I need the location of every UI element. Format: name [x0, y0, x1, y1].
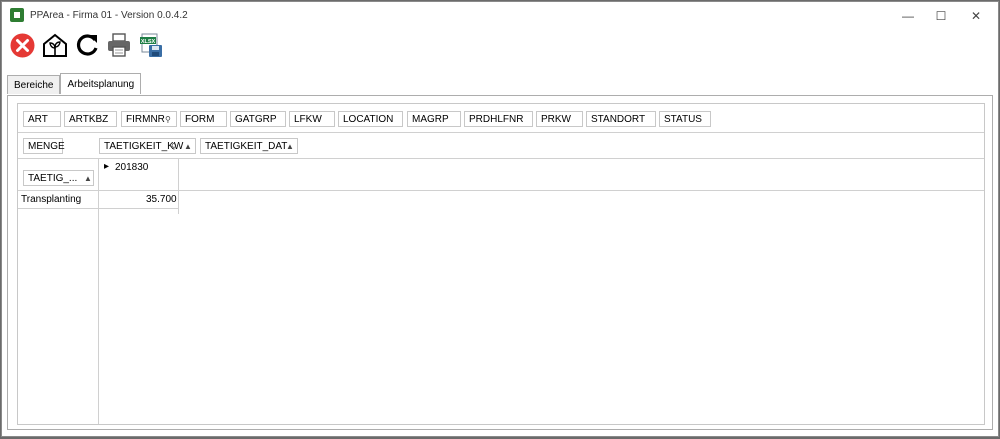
filter-field-art[interactable]: ART	[23, 111, 61, 127]
column-header-value: 201830	[115, 162, 149, 173]
sort-ascending-icon[interactable]: ▲	[184, 139, 192, 155]
tab-panel: ART ARTKBZ FIRMNR ⚲ FORM GATGRP LFKW LOCA…	[7, 95, 993, 430]
pivot-grid: ART ARTKBZ FIRMNR ⚲ FORM GATGRP LFKW LOCA…	[17, 103, 985, 425]
sort-ascending-icon[interactable]: ▲	[84, 171, 92, 187]
red-x-circle-icon	[10, 33, 35, 57]
divider	[18, 132, 984, 133]
tab-strip: Bereiche Arbeitsplanung	[7, 73, 142, 95]
filter-icon[interactable]: ⚲	[171, 139, 177, 155]
app-icon	[10, 8, 24, 22]
column-field-taetigkeit-kw[interactable]: TAETIGKEIT_KW ⚲ ▲	[99, 138, 196, 154]
refresh-button[interactable]	[72, 31, 101, 59]
filter-field-status[interactable]: STATUS	[659, 111, 711, 127]
main-window: PPArea - Firma 01 - Version 0.0.4.2 — ☐ …	[1, 1, 999, 437]
row-header-divider	[98, 158, 99, 424]
xlsx-save-icon: XLSX	[139, 33, 162, 57]
data-field-menge[interactable]: MENGE	[23, 138, 65, 154]
row-divider	[18, 208, 179, 209]
data-cell[interactable]: 35.700	[146, 194, 177, 205]
print-button[interactable]	[104, 31, 133, 59]
close-app-button[interactable]	[8, 31, 37, 59]
printer-icon	[107, 33, 130, 57]
window-title: PPArea - Firma 01 - Version 0.0.4.2	[30, 10, 188, 21]
export-xlsx-button[interactable]: XLSX	[136, 31, 165, 59]
expand-icon[interactable]: ▸	[104, 161, 109, 172]
row-field-taetig[interactable]: TAETIG_... ▲	[23, 170, 94, 186]
close-window-button[interactable]: ✕	[959, 2, 993, 30]
row-label: Transplanting	[21, 194, 82, 205]
column-divider	[178, 158, 179, 214]
column-field-taetigkeit-dat[interactable]: TAETIGKEIT_DAT ▲	[200, 138, 298, 154]
divider	[18, 158, 984, 159]
filter-field-prkw[interactable]: PRKW	[536, 111, 583, 127]
filter-field-form[interactable]: FORM	[180, 111, 227, 127]
refresh-icon	[76, 34, 98, 56]
filter-field-artkbz[interactable]: ARTKBZ	[64, 111, 117, 127]
maximize-button[interactable]: ☐	[924, 2, 958, 30]
minimize-button[interactable]: —	[891, 2, 925, 30]
sort-ascending-icon[interactable]: ▲	[286, 139, 294, 155]
title-bar: PPArea - Firma 01 - Version 0.0.4.2 — ☐ …	[2, 2, 998, 32]
greenhouse-plant-icon	[42, 33, 67, 57]
tab-bereiche[interactable]: Bereiche	[7, 75, 61, 94]
greenhouse-button[interactable]	[40, 31, 69, 59]
filter-field-lfkw[interactable]: LFKW	[289, 111, 335, 127]
tab-arbeitsplanung[interactable]: Arbeitsplanung	[60, 73, 142, 94]
xlsx-badge-text: XLSX	[140, 39, 155, 45]
filter-field-standort[interactable]: STANDORT	[586, 111, 656, 127]
filter-field-gatgrp[interactable]: GATGRP	[230, 111, 286, 127]
filter-field-prdhlfnr[interactable]: PRDHLFNR	[464, 111, 533, 127]
filter-icon[interactable]: ⚲	[165, 112, 171, 128]
toolbar: XLSX	[8, 31, 165, 59]
filter-field-firmnr[interactable]: FIRMNR ⚲	[121, 111, 177, 127]
filter-field-magrp[interactable]: MAGRP	[407, 111, 461, 127]
filter-field-location[interactable]: LOCATION	[338, 111, 403, 127]
divider	[18, 190, 984, 191]
